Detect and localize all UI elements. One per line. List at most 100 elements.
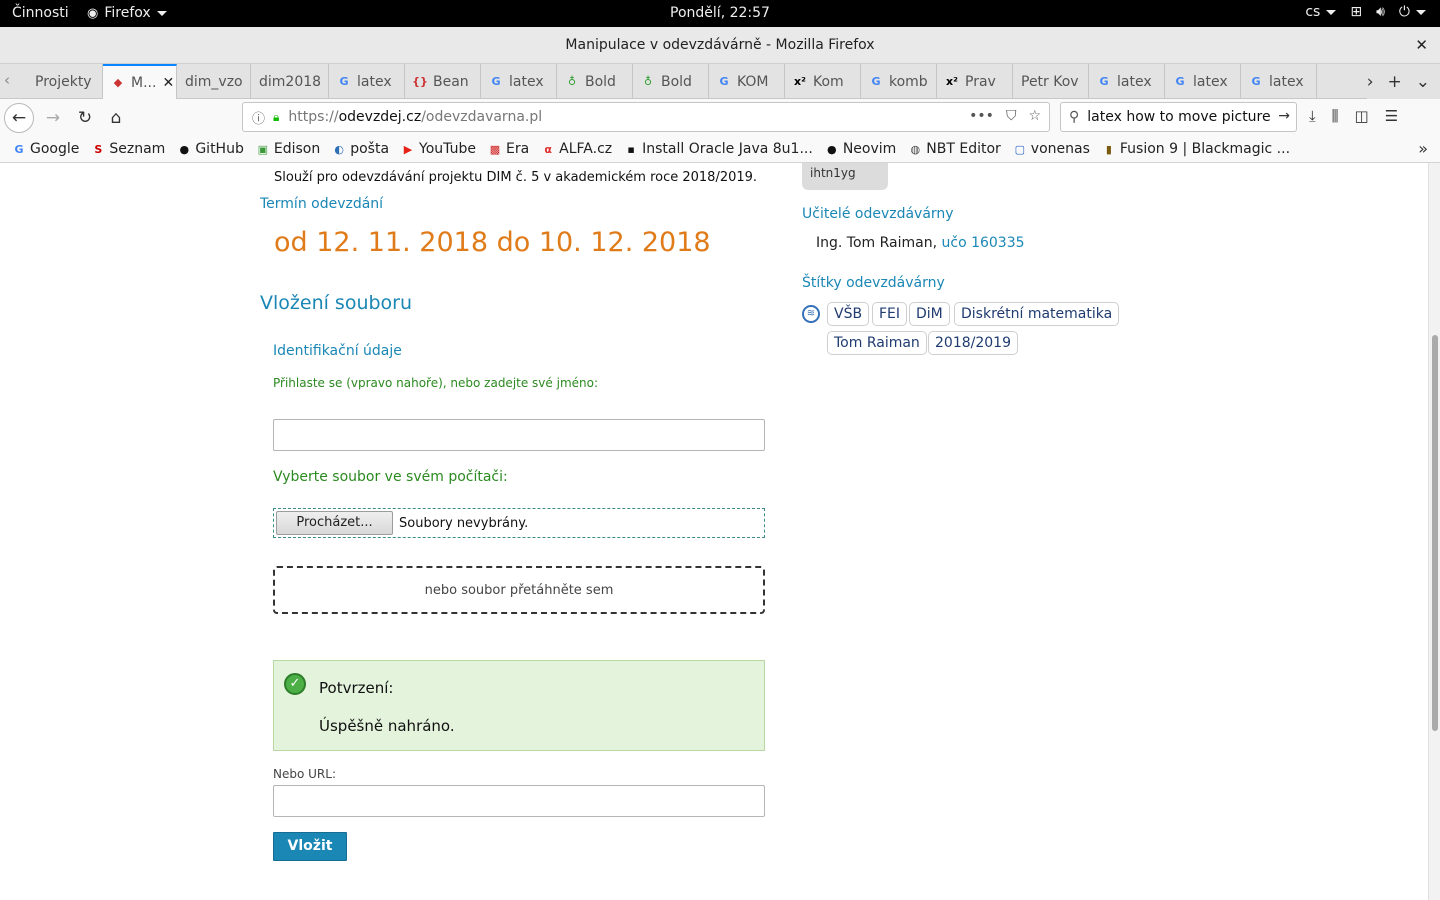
navigation-toolbar: ← → ↻ ⌂ ⓘ 🔒︎ https://odevzdej.cz/odevzda… [0,99,1440,136]
tag-item[interactable]: 2018/2019 [928,331,1018,355]
tab[interactable]: Glatex [329,64,405,99]
tab[interactable]: G KOM [709,64,785,99]
back-button[interactable]: ← [4,103,34,133]
bookmark-item[interactable]: S Seznam [91,141,165,157]
power-icon[interactable]: ⏻ [1399,4,1426,20]
tag-item[interactable]: VŠB [827,302,870,326]
browse-button[interactable]: Procházet... [276,511,393,535]
reload-button[interactable]: ↻ [70,103,100,133]
clock[interactable]: Pondělí, 22:57 [670,5,770,21]
tab[interactable]: Glatex [1241,64,1317,99]
bookmark-label: Era [505,141,530,157]
pocket-icon[interactable]: ⛉ [1006,108,1017,124]
url-input[interactable] [273,785,765,817]
home-button[interactable]: ⌂ [101,103,131,133]
tab[interactable]: Glatex [481,64,557,99]
bookmark-item[interactable]: ▮ Fusion 9 | Blackmagic ... [1102,141,1290,157]
google-icon: G [1099,75,1109,88]
tab[interactable]: Gkomb [861,64,937,99]
drop-zone[interactable]: nebo soubor přetáhněte sem [273,566,765,614]
bookmark-item[interactable]: ◐ pošta [332,141,389,157]
file-label: Vyberte soubor ve svém počítači: [273,469,508,485]
file-input[interactable]: Procházet... Soubory nevybrány. [273,508,765,538]
search-query[interactable]: latex how to move picture [1087,109,1270,125]
tab[interactable]: dim2018 [251,64,329,99]
search-go-icon[interactable]: → [1278,108,1290,124]
tag-item[interactable]: DiM [909,302,950,326]
tab-title: latex [1117,73,1152,90]
bookmark-star-icon[interactable]: ☆ [1028,108,1041,124]
tab[interactable]: ◆ M... ✕ [103,64,177,99]
bookmark-item[interactable]: ● Neovim [825,141,896,157]
login-hint: Přihlaste se (vpravo nahoře), nebo zadej… [273,376,599,390]
submit-button[interactable]: Vložit [273,832,347,861]
tab[interactable]: x² Kom [785,64,861,99]
tab-title: Prav [965,73,996,90]
volume-icon[interactable]: 🔊︎ [1376,4,1385,20]
tab-title: latex [357,73,392,90]
bookmark-item[interactable]: ▢ vonenas [1013,141,1090,157]
bookmark-item[interactable]: ▣ Edison [256,141,321,157]
app-menu[interactable]: ◉ Firefox [87,5,167,21]
tab-title: Bold [585,73,616,90]
bookmark-item[interactable]: α ALFA.cz [541,141,612,157]
bookmark-item[interactable]: ▪ Install Oracle Java 8u1... [624,141,813,157]
lock-icon[interactable]: 🔒︎ [273,110,279,125]
teacher-uco-link[interactable]: učo 160335 [942,235,1025,251]
network-icon[interactable]: ⊞ [1350,4,1362,20]
bookmark-label: GitHub [195,141,244,157]
tab[interactable]: ♁ Bold [557,64,633,99]
gnome-top-bar: Činnosti ◉ Firefox Pondělí, 22:57 cs ⊞ 🔊… [0,0,1440,27]
url-text[interactable]: https://odevzdej.cz/odevzdavarna.pl [288,109,542,125]
github-icon: ● [179,142,190,156]
sidebar-icon[interactable]: ◫ [1355,107,1369,125]
bookmark-item[interactable]: G Google [12,141,79,157]
page-actions-icon[interactable]: ••• [969,108,994,124]
bookmark-label: YouTube [419,141,476,157]
tag-item[interactable]: Diskrétní matematika [954,302,1120,326]
downloads-icon[interactable]: ⤓ [1309,107,1316,125]
bookmark-label: ALFA.cz [559,141,613,157]
teacher-entry: Ing. Tom Raiman, učo 160335 [816,235,1025,251]
tab-list-button[interactable]: ⌄ [1416,72,1430,92]
tab[interactable]: dim_vzo [177,64,251,99]
bookmark-label: Install Oracle Java 8u1... [642,141,813,157]
hamburger-menu-icon[interactable]: ☰ [1385,107,1398,125]
google-icon: G [1175,75,1185,88]
library-icon[interactable]: ⫼ [1332,107,1339,125]
tab-scroll-right-button[interactable]: › [1367,72,1374,92]
tab[interactable]: Glatex [1165,64,1241,99]
upload-heading: Vložení souboru [260,292,413,314]
scrollbar-thumb[interactable] [1432,335,1438,731]
tab[interactable]: Petr Kov [1013,64,1089,99]
bookmark-item[interactable]: ▩ Era [488,141,529,157]
new-tab-button[interactable]: + [1388,72,1402,92]
bookmark-item[interactable]: ● GitHub [177,141,244,157]
bookmarks-overflow-icon[interactable]: » [1418,139,1428,158]
tab-scroll-left-button[interactable]: ‹ [4,71,24,89]
search-bar[interactable]: ⚲ latex how to move picture → [1060,102,1297,132]
tag-item[interactable]: Tom Raiman [827,331,927,355]
tab[interactable]: ♁ Bold [633,64,709,99]
tag-item[interactable]: FEI [872,302,908,326]
tab[interactable]: Glatex [1089,64,1165,99]
tab[interactable]: x² Prav [937,64,1013,99]
close-tab-icon[interactable]: ✕ [162,75,174,91]
tab[interactable]: {} Bean [405,64,481,99]
forward-button[interactable]: → [38,103,68,133]
deadline-value: od 12. 11. 2018 do 10. 12. 2018 [274,227,711,258]
chevron-down-icon [156,10,167,16]
activities-button[interactable]: Činnosti [12,5,69,21]
info-icon[interactable]: ⓘ [252,108,265,127]
bookmark-item[interactable]: ▶ YouTube [401,141,476,157]
tab-title: Bean [433,73,469,90]
url-bar[interactable]: ⓘ 🔒︎ https://odevzdej.cz/odevzdavarna.pl… [242,102,1050,132]
tab-title: latex [509,73,544,90]
close-window-button[interactable]: ✕ [1415,27,1428,64]
tab[interactable]: Projekty [27,64,103,99]
bookmark-item[interactable]: ◍ NBT Editor [908,141,1000,157]
page-scrollbar[interactable] [1428,163,1440,900]
name-input[interactable] [273,419,765,451]
language-indicator[interactable]: cs [1305,4,1337,20]
era-icon: ▩ [489,142,501,156]
